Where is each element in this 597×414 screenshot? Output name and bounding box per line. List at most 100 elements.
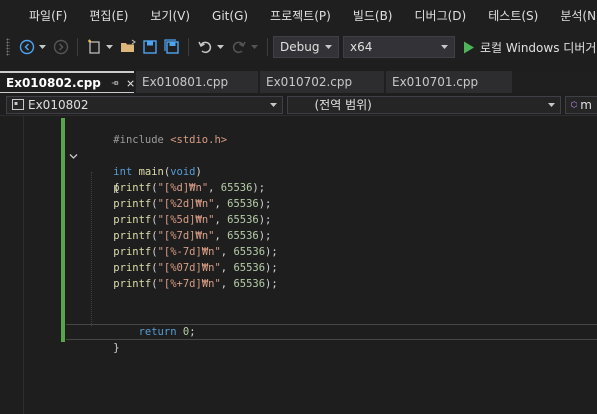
number-literal: 65536 bbox=[233, 262, 266, 274]
code-line: #include <stdio.h> bbox=[88, 116, 227, 146]
chevron-down-icon bbox=[269, 102, 277, 107]
play-icon bbox=[464, 41, 474, 53]
code-line: printf("[%+7d]₩n", 65536); bbox=[113, 278, 278, 290]
undo-icon[interactable] bbox=[196, 38, 214, 56]
tab-ex010801[interactable]: Ex010801.cpp bbox=[136, 71, 258, 93]
toolbar-separator bbox=[188, 38, 189, 56]
string-literal: "[%07d]₩n" bbox=[157, 262, 221, 274]
undo-dropdown-icon[interactable] bbox=[216, 38, 224, 56]
save-all-icon[interactable] bbox=[163, 38, 181, 56]
navigate-back-icon[interactable] bbox=[18, 38, 36, 56]
code-line: printf("[%2d]₩n", 65536); bbox=[113, 198, 272, 210]
chevron-down-icon bbox=[325, 45, 332, 49]
configuration-value: Debug bbox=[280, 40, 320, 54]
collapse-region-icon[interactable] bbox=[69, 152, 78, 161]
member-label: m bbox=[580, 97, 592, 112]
string-literal: "[%-7d]₩n" bbox=[157, 246, 221, 258]
number-literal: 65536 bbox=[227, 214, 259, 226]
start-debugging-label: 로컬 Windows 디버거 bbox=[480, 40, 597, 55]
function-name: printf bbox=[113, 182, 152, 194]
function-name: printf bbox=[113, 262, 152, 274]
menu-item[interactable]: 파일(F) bbox=[18, 0, 78, 33]
standard-toolbar: Debug x64 로컬 Windows 디버거 bbox=[0, 33, 597, 61]
menu-item[interactable]: 테스트(S) bbox=[477, 0, 549, 33]
menu-item[interactable]: 분석(N) bbox=[549, 0, 597, 33]
toolbar-separator bbox=[77, 38, 78, 56]
code-line: { bbox=[88, 164, 119, 194]
menu-bar: 파일(F) 편집(E) 보기(V) Git(G) 프로젝트(P) 빌드(B) 디버그(D) 테… bbox=[0, 0, 597, 33]
code-editor[interactable]: #include <stdio.h> int main(void) { prin… bbox=[0, 116, 597, 414]
tab-ex010802[interactable]: Ex010802.cpp bbox=[0, 71, 134, 93]
chevron-down-icon bbox=[548, 102, 555, 107]
function-name: printf bbox=[113, 278, 152, 290]
navigate-forward-icon[interactable] bbox=[52, 38, 70, 56]
open-folder-icon[interactable] bbox=[119, 38, 137, 56]
code-line: int main(void) bbox=[113, 166, 202, 178]
keyword: return bbox=[138, 326, 177, 338]
toolbar-grip[interactable] bbox=[6, 38, 10, 56]
tab-ex010702[interactable]: Ex010702.cpp bbox=[260, 71, 384, 93]
include-header: <stdio.h> bbox=[170, 134, 228, 146]
tab-label: Ex010801.cpp bbox=[142, 75, 229, 89]
number-literal: 65536 bbox=[233, 246, 266, 258]
menu-item[interactable]: 빌드(B) bbox=[342, 0, 404, 33]
redo-dropdown-icon[interactable] bbox=[250, 38, 258, 56]
preprocessor-directive: #include bbox=[113, 134, 164, 146]
function-name: main bbox=[138, 166, 164, 178]
editor-margin bbox=[23, 116, 24, 414]
number-literal: 65536 bbox=[227, 198, 259, 210]
menu-item[interactable]: Git(G) bbox=[201, 0, 259, 33]
string-literal: "[%2d]₩n" bbox=[157, 198, 215, 210]
menu-item[interactable]: 보기(V) bbox=[139, 0, 201, 33]
function-name: printf bbox=[113, 230, 152, 242]
string-literal: "[%+7d]₩n" bbox=[157, 278, 221, 290]
function-name: printf bbox=[113, 214, 152, 226]
code-line: printf("[%d]₩n", 65536); bbox=[113, 182, 266, 194]
code-line: printf("[%-7d]₩n", 65536); bbox=[113, 246, 278, 258]
change-tracking-bar bbox=[61, 118, 65, 342]
number-literal: 65536 bbox=[227, 230, 259, 242]
project-name: Ex010802 bbox=[28, 97, 89, 112]
member-dropdown[interactable]: m bbox=[565, 95, 597, 114]
new-item-dropdown-icon[interactable] bbox=[105, 38, 113, 56]
tab-label: Ex010701.cpp bbox=[392, 75, 479, 89]
back-dropdown-icon[interactable] bbox=[38, 38, 46, 56]
string-literal: "[%5d]₩n" bbox=[157, 214, 215, 226]
solution-configuration-select[interactable]: Debug bbox=[273, 36, 339, 58]
new-project-icon[interactable] bbox=[85, 38, 103, 56]
code-line: printf("[%5d]₩n", 65536); bbox=[113, 214, 272, 226]
number-literal: 65536 bbox=[220, 182, 253, 194]
platform-value: x64 bbox=[350, 40, 373, 54]
keyword: void bbox=[170, 166, 196, 178]
menu-item[interactable]: 편집(E) bbox=[78, 0, 139, 33]
code-navigation-bar: Ex010802 (전역 범위) m bbox=[0, 94, 597, 116]
function-name: printf bbox=[113, 246, 152, 258]
code-line: } bbox=[88, 324, 119, 354]
active-tab-underline bbox=[0, 92, 134, 93]
code-line: printf("[%07d]₩n", 65536); bbox=[113, 262, 278, 274]
project-dropdown[interactable]: Ex010802 bbox=[6, 95, 283, 114]
pin-icon[interactable] bbox=[111, 78, 119, 88]
save-icon[interactable] bbox=[141, 38, 159, 56]
member-cube-icon bbox=[571, 101, 578, 108]
function-name: printf bbox=[113, 198, 152, 210]
cpp-project-icon bbox=[12, 99, 24, 110]
tab-ex010701[interactable]: Ex010701.cpp bbox=[386, 71, 512, 93]
menu-item[interactable]: 프로젝트(P) bbox=[259, 0, 342, 33]
start-debugging-button[interactable]: 로컬 Windows 디버거 bbox=[463, 39, 596, 56]
string-literal: "[%d]₩n" bbox=[157, 182, 209, 194]
string-literal: "[%7d]₩n" bbox=[157, 230, 215, 242]
solution-platform-select[interactable]: x64 bbox=[343, 36, 455, 58]
close-brace: } bbox=[113, 342, 120, 354]
code-line: return 0; bbox=[138, 326, 196, 338]
redo-icon[interactable] bbox=[230, 38, 248, 56]
menu-item[interactable]: 디버그(D) bbox=[404, 0, 478, 33]
code-line: printf("[%7d]₩n", 65536); bbox=[113, 230, 272, 242]
close-icon[interactable] bbox=[127, 79, 134, 88]
toolbar-separator bbox=[267, 38, 268, 56]
scope-label: (전역 범위) bbox=[314, 98, 372, 112]
chevron-down-icon bbox=[441, 45, 448, 49]
scope-dropdown[interactable]: (전역 범위) bbox=[286, 95, 561, 114]
tab-label: Ex010802.cpp bbox=[6, 76, 101, 90]
document-tab-bar: Ex010802.cpp Ex010801.cpp Ex010702.cpp E… bbox=[0, 71, 597, 93]
